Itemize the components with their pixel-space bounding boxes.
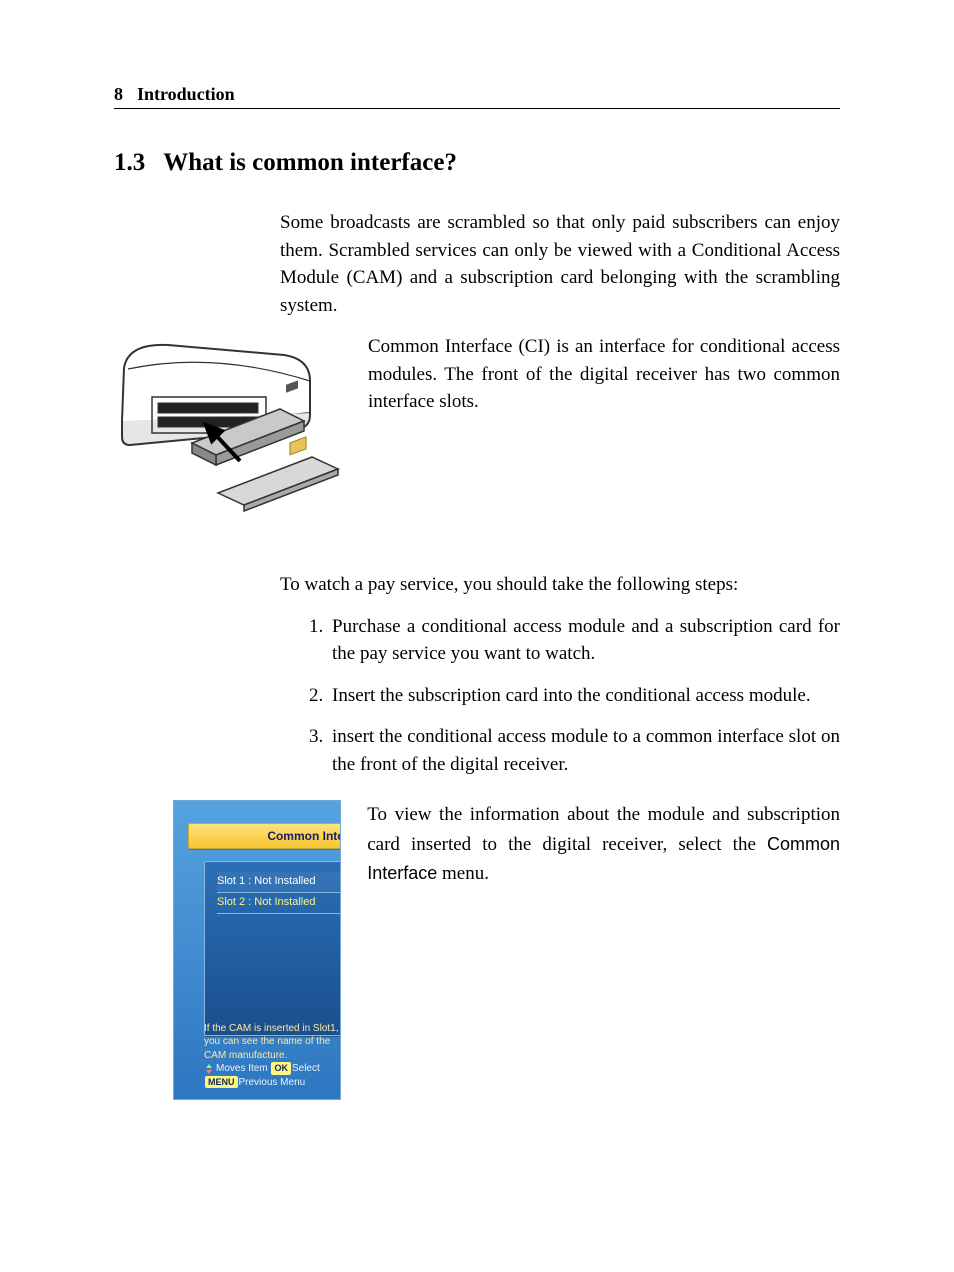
- nav-prev-label: Previous Menu: [239, 1077, 306, 1088]
- device-cam-illustration: [114, 333, 350, 553]
- intro-paragraph-2: Common Interface (CI) is an interface fo…: [368, 333, 840, 416]
- steps-intro: To watch a pay service, you should take …: [280, 571, 840, 599]
- ci-slot-2[interactable]: Slot 2 : Not Installed: [217, 893, 341, 914]
- step-1: Purchase a conditional access module and…: [328, 613, 840, 668]
- page-number: 8: [114, 84, 123, 105]
- ci-nav-legend: Moves Item OKSelect MENUPrevious Menu: [204, 1062, 340, 1089]
- ci-hint-line-1: If the CAM is inserted in Slot1,: [204, 1022, 340, 1036]
- ci-slot-panel: Slot 1 : Not Installed Slot 2 : Not Inst…: [204, 861, 341, 1036]
- section-title: What is common interface?: [163, 149, 457, 176]
- step-3: insert the conditional access module to …: [328, 723, 840, 778]
- menu-button-label: MENU: [205, 1076, 238, 1088]
- nav-select-label: Select: [292, 1063, 320, 1074]
- view-info-paragraph: To view the information about the module…: [367, 800, 840, 888]
- p4-suffix: menu.: [437, 863, 489, 884]
- section-heading: 1.3 What is common interface?: [114, 149, 840, 177]
- arrows-icon: [204, 1064, 214, 1074]
- ci-footer: If the CAM is inserted in Slot1, you can…: [204, 1022, 340, 1090]
- section-number: 1.3: [114, 149, 145, 176]
- chapter-title: Introduction: [137, 84, 235, 105]
- ci-hint-line-2: you can see the name of the CAM manufact…: [204, 1035, 340, 1062]
- ci-window-title: Common Interface: [188, 823, 341, 849]
- ok-button-label: OK: [271, 1062, 291, 1074]
- nav-moves-label: Moves Item: [216, 1063, 268, 1074]
- common-interface-screenshot: Common Interface Slot 1 : Not Installed …: [173, 800, 341, 1100]
- intro-paragraph-1: Some broadcasts are scrambled so that on…: [280, 209, 840, 319]
- steps-list: Purchase a conditional access module and…: [280, 613, 840, 779]
- running-header: 8 Introduction: [114, 84, 840, 109]
- step-2: Insert the subscription card into the co…: [328, 682, 840, 710]
- ci-slot-1[interactable]: Slot 1 : Not Installed: [217, 872, 341, 893]
